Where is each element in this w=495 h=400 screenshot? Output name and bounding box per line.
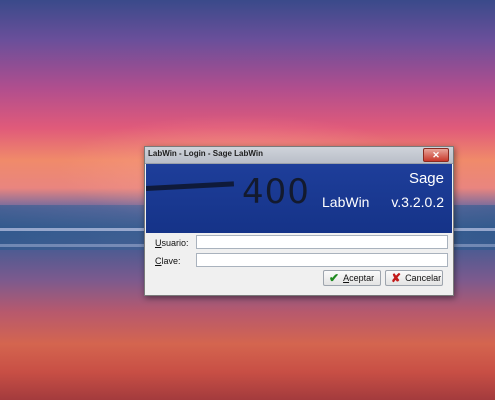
usuario-label: Usuario: [155, 238, 189, 248]
login-dialog: LabWin - Login - Sage LabWin ✕ 400 Sage … [144, 146, 454, 296]
title-bar[interactable]: LabWin - Login - Sage LabWin ✕ [145, 147, 453, 164]
clave-label-text: lave: [161, 256, 181, 266]
banner-stripe [146, 181, 235, 191]
check-icon: ✔ [329, 271, 340, 285]
close-icon: ✕ [432, 150, 440, 160]
app-banner: 400 Sage LabWin v.3.2.0.2 [146, 164, 452, 233]
cancel-label: Cancelar [405, 273, 442, 283]
usuario-input[interactable] [196, 235, 448, 249]
accept-label: Aceptar [343, 273, 374, 283]
version-label: v.3.2.0.2 [391, 194, 444, 210]
accept-button[interactable]: ✔ Aceptar [323, 270, 381, 286]
window-title: LabWin - Login - Sage LabWin [148, 149, 263, 158]
close-button[interactable]: ✕ [423, 148, 449, 162]
accept-label-text: ceptar [349, 273, 375, 283]
banner-number: 400 [242, 172, 310, 212]
product-name: LabWin [322, 194, 370, 210]
clave-input[interactable] [196, 253, 448, 267]
brand-name: Sage [408, 170, 444, 187]
x-icon: ✘ [391, 271, 402, 285]
cancel-button[interactable]: ✘ Cancelar [385, 270, 443, 286]
usuario-label-text: suario: [161, 238, 189, 248]
clave-label: Clave: [155, 256, 181, 266]
